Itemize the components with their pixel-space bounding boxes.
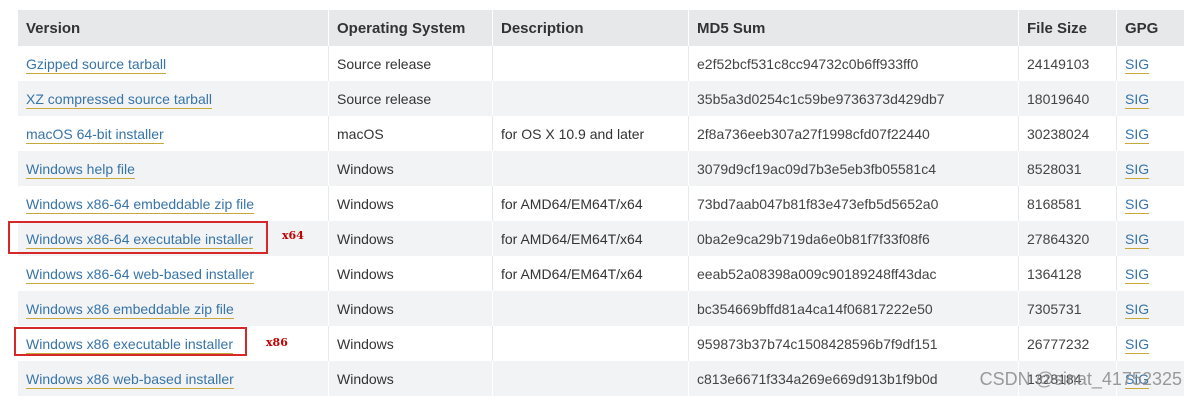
sig-link[interactable]: SIG (1125, 125, 1150, 144)
table-row: Windows x86-64 executable installer x64 … (8, 221, 1184, 256)
description-cell (492, 291, 688, 326)
description-cell (492, 361, 688, 396)
file-size-cell: 18019640 (1018, 81, 1116, 116)
file-size-cell: 8528031 (1018, 151, 1116, 186)
files-table: Version Operating System Description MD5… (8, 10, 1184, 396)
download-link-windows-x64-embeddable-zip[interactable]: Windows x86-64 embeddable zip file (26, 195, 255, 214)
downloads-page: Version Operating System Description MD5… (0, 0, 1196, 404)
table-row: Windows x86 embeddable zip file Windows … (18, 291, 1184, 326)
file-size-cell: 27864320 (1018, 221, 1116, 256)
version-cell: Windows x86-64 web-based installer (18, 256, 328, 291)
csdn-watermark: CSDN @sinat_41752325 (979, 369, 1182, 389)
download-link-windows-x86-embeddable-zip[interactable]: Windows x86 embeddable zip file (26, 300, 234, 319)
os-cell: Source release (328, 81, 492, 116)
gpg-cell: SIG (1116, 116, 1184, 151)
description-cell (492, 81, 688, 116)
description-cell: for AMD64/EM64T/x64 (492, 256, 688, 291)
version-cell: Windows x86 executable installer x86 (14, 326, 328, 361)
description-cell: for AMD64/EM64T/x64 (492, 186, 688, 221)
x86-annotation: x86 (266, 336, 288, 349)
md5-cell: 35b5a3d0254c1c59be9736373d429db7 (688, 81, 1018, 116)
sig-link[interactable]: SIG (1125, 300, 1150, 319)
table-row: Gzipped source tarball Source release e2… (18, 46, 1184, 81)
version-cell: Windows x86 embeddable zip file (18, 291, 328, 326)
gpg-cell: SIG (1116, 326, 1184, 361)
header-version: Version (18, 10, 328, 46)
file-size-cell: 30238024 (1018, 116, 1116, 151)
os-cell: Windows (328, 256, 492, 291)
gpg-cell: SIG (1116, 151, 1184, 186)
os-cell: Windows (328, 361, 492, 396)
header-gpg: GPG (1116, 10, 1184, 46)
md5-cell: 0ba2e9ca29b719da6e0b81f7f33f08f6 (688, 221, 1018, 256)
table-row: Windows x86 executable installer x86 Win… (14, 326, 1184, 361)
gpg-cell: SIG (1116, 291, 1184, 326)
sig-link[interactable]: SIG (1125, 335, 1150, 354)
description-cell: for OS X 10.9 and later (492, 116, 688, 151)
version-cell: macOS 64-bit installer (18, 116, 328, 151)
gpg-cell: SIG (1116, 186, 1184, 221)
gpg-cell: SIG (1116, 256, 1184, 291)
os-cell: Windows (328, 326, 492, 361)
file-size-cell: 24149103 (1018, 46, 1116, 81)
download-link-windows-x86-executable-installer[interactable]: Windows x86 executable installer (26, 335, 233, 354)
os-cell: Windows (328, 186, 492, 221)
x64-annotation: x64 (282, 229, 304, 242)
header-md5-sum: MD5 Sum (688, 10, 1018, 46)
version-cell: Windows x86-64 embeddable zip file (18, 186, 328, 221)
md5-cell: 959873b37b74c1508428596b7f9df151 (688, 326, 1018, 361)
sig-link[interactable]: SIG (1125, 265, 1150, 284)
header-operating-system: Operating System (328, 10, 492, 46)
download-link-windows-x64-web-installer[interactable]: Windows x86-64 web-based installer (26, 265, 254, 284)
sig-link[interactable]: SIG (1125, 160, 1150, 179)
table-row: XZ compressed source tarball Source rele… (18, 81, 1184, 116)
description-cell (492, 151, 688, 186)
download-link-windows-help-file[interactable]: Windows help file (26, 160, 135, 179)
file-size-cell: 8168581 (1018, 186, 1116, 221)
download-link-xz-source-tarball[interactable]: XZ compressed source tarball (26, 90, 212, 109)
table-row: Windows help file Windows 3079d9cf19ac09… (18, 151, 1184, 186)
table-header-row: Version Operating System Description MD5… (18, 10, 1184, 46)
version-cell: Windows x86-64 executable installer x64 (8, 221, 328, 256)
md5-cell: bc354669bffd81a4ca14f06817222e50 (688, 291, 1018, 326)
md5-cell: eeab52a08398a009c90189248ff43dac (688, 256, 1018, 291)
md5-cell: 3079d9cf19ac09d7b3e5eb3fb05581c4 (688, 151, 1018, 186)
os-cell: macOS (328, 116, 492, 151)
md5-cell: c813e6671f334a269e669d913b1f9b0d (688, 361, 1018, 396)
table-row: Windows x86-64 embeddable zip file Windo… (18, 186, 1184, 221)
download-link-gzipped-source-tarball[interactable]: Gzipped source tarball (26, 55, 167, 74)
os-cell: Windows (328, 291, 492, 326)
md5-cell: e2f52bcf531c8cc94732c0b6ff933ff0 (688, 46, 1018, 81)
sig-link[interactable]: SIG (1125, 90, 1150, 109)
os-cell: Windows (328, 221, 492, 256)
os-cell: Windows (328, 151, 492, 186)
download-link-windows-x86-web-installer[interactable]: Windows x86 web-based installer (26, 370, 234, 389)
version-cell: Windows help file (18, 151, 328, 186)
header-file-size: File Size (1018, 10, 1116, 46)
table-row: Windows x86-64 web-based installer Windo… (18, 256, 1184, 291)
download-link-macos-installer[interactable]: macOS 64-bit installer (26, 125, 164, 144)
version-cell: XZ compressed source tarball (18, 81, 328, 116)
file-size-cell: 1364128 (1018, 256, 1116, 291)
version-cell: Gzipped source tarball (18, 46, 328, 81)
sig-link[interactable]: SIG (1125, 55, 1150, 74)
sig-link[interactable]: SIG (1125, 195, 1150, 214)
description-cell (492, 326, 688, 361)
gpg-cell: SIG (1116, 81, 1184, 116)
os-cell: Source release (328, 46, 492, 81)
file-size-cell: 26777232 (1018, 326, 1116, 361)
md5-cell: 2f8a736eeb307a27f1998cfd07f22440 (688, 116, 1018, 151)
description-cell: for AMD64/EM64T/x64 (492, 221, 688, 256)
description-cell (492, 46, 688, 81)
header-description: Description (492, 10, 688, 46)
gpg-cell: SIG (1116, 221, 1184, 256)
md5-cell: 73bd7aab047b81f83e473efb5d5652a0 (688, 186, 1018, 221)
file-size-cell: 7305731 (1018, 291, 1116, 326)
table-row: macOS 64-bit installer macOS for OS X 10… (18, 116, 1184, 151)
version-cell: Windows x86 web-based installer (18, 361, 328, 396)
gpg-cell: SIG (1116, 46, 1184, 81)
download-link-windows-x64-executable-installer[interactable]: Windows x86-64 executable installer (26, 230, 254, 249)
sig-link[interactable]: SIG (1125, 230, 1150, 249)
